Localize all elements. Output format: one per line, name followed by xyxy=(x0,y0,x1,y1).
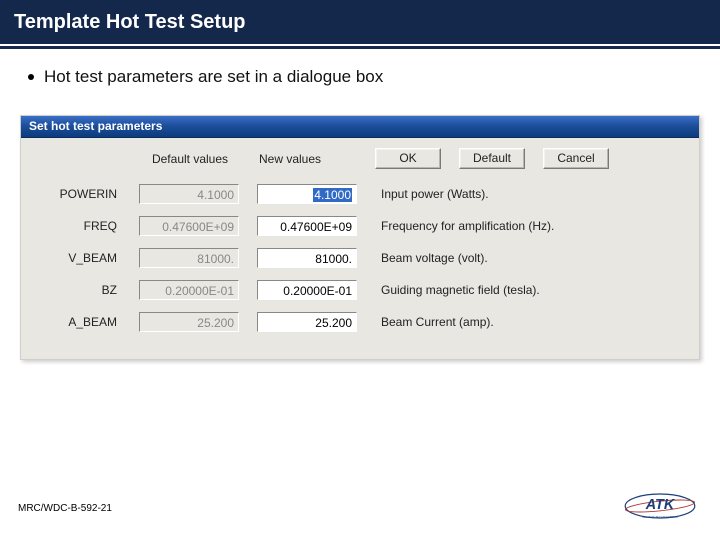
new-value-input[interactable]: 81000. xyxy=(257,248,357,268)
param-row-abeam: A_BEAM 25.200 25.200 Beam Current (amp). xyxy=(31,311,689,333)
hot-test-dialog: Set hot test parameters Default values N… xyxy=(20,115,700,360)
default-value: 81000. xyxy=(139,248,239,268)
column-header-default: Default values xyxy=(139,152,239,166)
param-description: Guiding magnetic field (tesla). xyxy=(375,283,689,297)
param-label: POWERIN xyxy=(31,187,121,201)
bullet-icon xyxy=(28,74,34,80)
svg-text:ATK: ATK xyxy=(645,497,676,513)
svg-text:ALLIANT TECHSYSTEMS: ALLIANT TECHSYSTEMS xyxy=(642,515,677,519)
bullet-text: Hot test parameters are set in a dialogu… xyxy=(0,49,720,97)
param-description: Beam voltage (volt). xyxy=(375,251,689,265)
param-description: Frequency for amplification (Hz). xyxy=(375,219,689,233)
param-label: FREQ xyxy=(31,219,121,233)
dialog-header-row: Default values New values OK Default Can… xyxy=(31,148,689,169)
new-value-input[interactable]: 0.47600E+09 xyxy=(257,216,357,236)
default-value: 0.47600E+09 xyxy=(139,216,239,236)
slide-title: Template Hot Test Setup xyxy=(14,11,246,34)
cancel-button[interactable]: Cancel xyxy=(543,148,609,169)
param-label: A_BEAM xyxy=(31,315,121,329)
default-value: 25.200 xyxy=(139,312,239,332)
param-row-powerin: POWERIN 4.1000 4.1000 Input power (Watts… xyxy=(31,183,689,205)
dialog-titlebar: Set hot test parameters xyxy=(21,116,699,138)
param-row-bz: BZ 0.20000E-01 0.20000E-01 Guiding magne… xyxy=(31,279,689,301)
bullet-label: Hot test parameters are set in a dialogu… xyxy=(44,67,383,86)
default-button[interactable]: Default xyxy=(459,148,525,169)
param-label: V_BEAM xyxy=(31,251,121,265)
default-value: 4.1000 xyxy=(139,184,239,204)
ok-button[interactable]: OK xyxy=(375,148,441,169)
footer-doc-code: MRC/WDC-B-592-21 xyxy=(18,503,112,514)
new-value-input[interactable]: 4.1000 xyxy=(257,184,357,204)
param-description: Beam Current (amp). xyxy=(375,315,689,329)
param-row-vbeam: V_BEAM 81000. 81000. Beam voltage (volt)… xyxy=(31,247,689,269)
atk-logo: ATK ALLIANT TECHSYSTEMS xyxy=(624,488,696,524)
new-value-input[interactable]: 0.20000E-01 xyxy=(257,280,357,300)
param-description: Input power (Watts). xyxy=(375,187,689,201)
default-value: 0.20000E-01 xyxy=(139,280,239,300)
param-label: BZ xyxy=(31,283,121,297)
new-value-input[interactable]: 25.200 xyxy=(257,312,357,332)
slide-title-bar: Template Hot Test Setup xyxy=(0,0,720,48)
column-header-new: New values xyxy=(257,152,357,166)
dialog-body: Default values New values OK Default Can… xyxy=(21,138,699,359)
param-row-freq: FREQ 0.47600E+09 0.47600E+09 Frequency f… xyxy=(31,215,689,237)
